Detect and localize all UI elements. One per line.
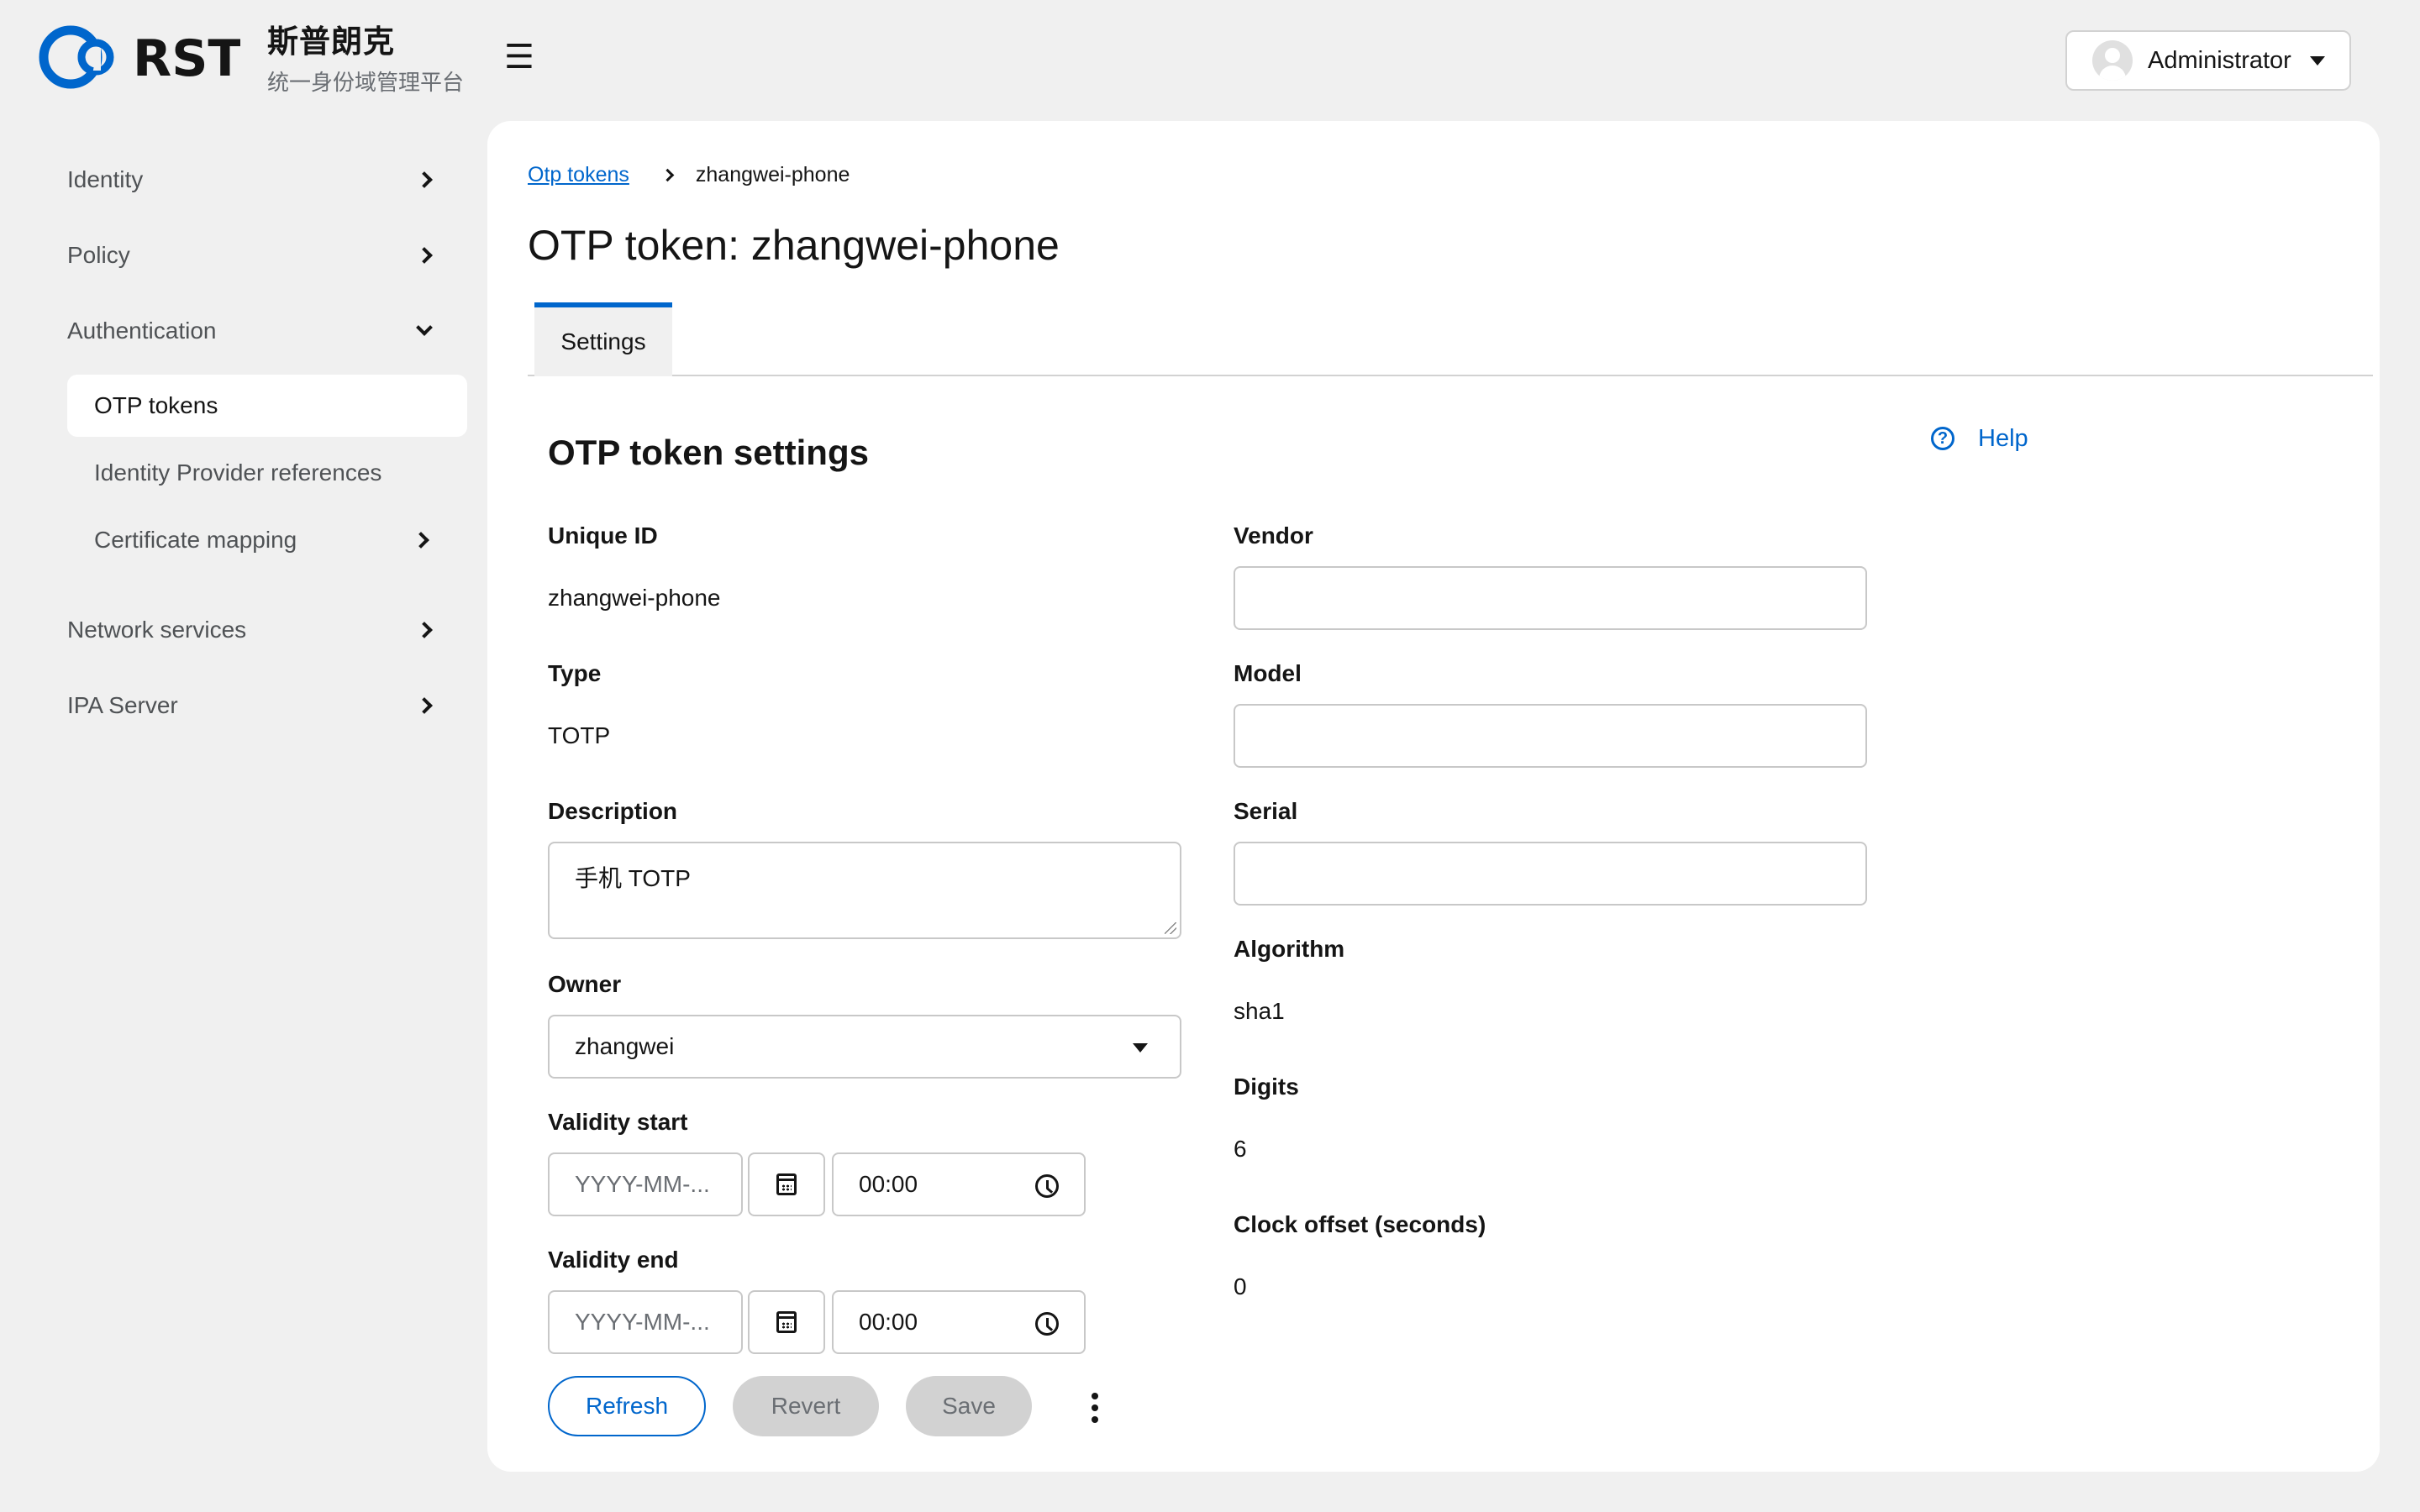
tab-bar: Settings [528,302,2373,376]
digits-label: Digits [1234,1074,1299,1100]
sidebar-item-network-services[interactable]: Network services [67,606,437,654]
chevron-right-icon [416,247,433,264]
owner-select[interactable]: zhangwei [548,1015,1181,1079]
description-label: Description [548,798,678,824]
chevron-right-icon [416,697,433,714]
sidebar-item-identity-provider-references[interactable]: Identity Provider references [67,442,467,504]
page-title: OTP token: zhangwei-phone [528,222,1060,269]
clock-icon[interactable] [1035,1312,1059,1336]
clock-offset-label: Clock offset (seconds) [1234,1211,1486,1237]
date-placeholder: YYYY-MM-... [575,1309,710,1335]
breadcrumb-link-otp-tokens[interactable]: Otp tokens [528,163,629,187]
brand-subtitle: 统一身份域管理平台 [267,70,465,95]
serial-label: Serial [1234,798,1298,824]
revert-button[interactable]: Revert [733,1376,879,1436]
chevron-right-icon [416,622,433,638]
time-value: 00:00 [859,1171,918,1197]
sidebar-item-policy[interactable]: Policy [67,232,437,279]
vendor-label: Vendor [1234,522,1313,549]
type-label: Type [548,660,602,686]
question-circle-icon: ? [1931,427,1954,450]
time-value: 00:00 [859,1309,918,1335]
sidebar-subitem-label: OTP tokens [94,392,218,418]
main-card: Otp tokens zhangwei-phone OTP token: zha… [487,121,2380,1472]
validity-start-date-input[interactable]: YYYY-MM-... [548,1152,743,1216]
refresh-button[interactable]: Refresh [548,1376,706,1436]
breadcrumb: Otp tokens zhangwei-phone [528,158,850,192]
sidebar-item-label: IPA Server [67,692,178,718]
unique-id-value: zhangwei-phone [548,585,721,611]
sidebar-item-label: Identity [67,166,144,192]
owner-value: zhangwei [575,1033,675,1059]
brand-title: 斯普朗克 [267,24,395,59]
validity-start-time-input[interactable]: 00:00 [832,1152,1086,1216]
save-button[interactable]: Save [906,1376,1032,1436]
validity-end-date-input[interactable]: YYYY-MM-... [548,1290,743,1354]
date-placeholder: YYYY-MM-... [575,1171,710,1197]
breadcrumb-current: zhangwei-phone [695,162,850,186]
sidebar-item-certificate-mapping[interactable]: Certificate mapping [67,509,467,571]
validity-end-time-input[interactable]: 00:00 [832,1290,1086,1354]
user-name: Administrator [2148,46,2291,74]
sidebar-subitem-label: Certificate mapping [94,527,297,553]
clock-offset-value: 0 [1234,1273,1247,1299]
sidebar-subitem-label: Identity Provider references [94,459,382,486]
chevron-right-icon [413,532,429,549]
avatar [2092,40,2133,81]
algorithm-value: sha1 [1234,998,1285,1024]
validity-start-label: Validity start [548,1109,688,1135]
chevron-right-icon [416,171,433,188]
description-value: 手机 TOTP [575,865,691,891]
caret-down-icon [1133,1043,1148,1053]
calendar-icon [776,1173,797,1195]
serial-input[interactable] [1234,842,1867,906]
model-input[interactable] [1234,704,1867,768]
kebab-dot [1092,1416,1098,1423]
kebab-menu-icon[interactable] [1082,1393,1107,1423]
user-menu-toggle[interactable]: Administrator [2065,30,2351,91]
help-label: Help [1978,424,2028,452]
validity-start-calendar-button[interactable] [748,1152,825,1216]
sidebar-item-otp-tokens[interactable]: OTP tokens [67,375,467,437]
logo-text: RST [133,29,240,88]
validity-end-calendar-button[interactable] [748,1290,825,1354]
brand-text: 斯普朗克 统一身份域管理平台 [267,22,502,99]
help-link[interactable]: ? Help [1931,422,2028,455]
sidebar-item-label: Policy [67,242,130,268]
type-value: TOTP [548,722,611,748]
sidebar-item-authentication[interactable]: Authentication [67,307,437,354]
sidebar-item-label: Network services [67,617,247,643]
section-title: OTP token settings [548,433,869,472]
tab-settings[interactable]: Settings [534,302,672,376]
vendor-input[interactable] [1234,566,1867,630]
kebab-dot [1092,1404,1098,1411]
sidebar-item-ipa-server[interactable]: IPA Server [67,682,437,729]
chevron-down-icon [416,319,433,336]
sidebar-item-identity[interactable]: Identity [67,156,437,203]
kebab-dot [1092,1393,1098,1399]
chevron-right-icon [660,168,675,181]
model-label: Model [1234,660,1302,686]
algorithm-label: Algorithm [1234,936,1345,962]
digits-value: 6 [1234,1136,1247,1162]
validity-end-label: Validity end [548,1247,679,1273]
rst-logo-icon: RST [39,25,240,89]
sidebar-item-label: Authentication [67,318,217,344]
brand: RST 斯普朗克 统一身份域管理平台 [39,22,464,95]
clock-icon[interactable] [1035,1174,1059,1198]
hamburger-icon[interactable]: ☰ [504,40,534,74]
caret-down-icon [2309,55,2325,66]
calendar-icon [776,1311,797,1333]
resize-handle-icon[interactable] [1165,922,1176,934]
owner-label: Owner [548,971,622,997]
unique-id-label: Unique ID [548,522,658,549]
description-textarea[interactable]: 手机 TOTP [548,842,1181,939]
